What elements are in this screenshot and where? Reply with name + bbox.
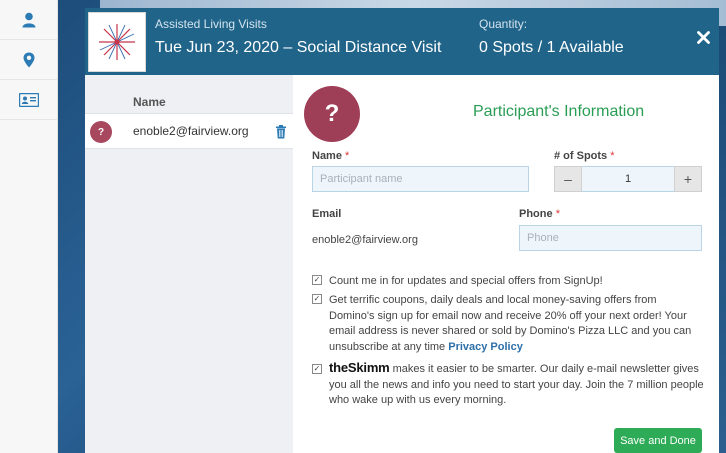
- phone-label-text: Phone: [519, 208, 553, 220]
- optin-theskimm: ✓ theSkimm makes it easier to be smarter…: [312, 360, 704, 410]
- privacy-policy-link[interactable]: Privacy Policy: [448, 341, 523, 353]
- event-title: Tue Jun 23, 2020 – Social Distance Visit: [155, 39, 442, 56]
- name-label-text: Name: [312, 150, 342, 162]
- optin-dominos-checkbox[interactable]: ✓: [312, 294, 322, 304]
- email-label: Email: [312, 208, 342, 220]
- name-label: Name *: [312, 150, 349, 162]
- person-icon: [22, 12, 36, 27]
- quantity-label: Quantity:: [479, 17, 528, 31]
- increment-button[interactable]: +: [674, 166, 702, 192]
- spots-value[interactable]: 1: [582, 166, 674, 192]
- rail-profile-button[interactable]: [0, 0, 58, 40]
- participant-list: Name ? enoble2@fairview.org: [85, 75, 293, 453]
- close-button[interactable]: [691, 25, 715, 49]
- trash-icon[interactable]: [275, 125, 287, 139]
- map-pin-icon: [23, 52, 35, 67]
- spots-label-text: # of Spots: [554, 150, 608, 162]
- optin-dominos-block: Get terrific coupons, daily deals and lo…: [329, 293, 704, 355]
- participant-email: enoble2@fairview.org: [133, 124, 249, 138]
- event-category-label: Assisted Living Visits: [155, 17, 267, 31]
- contact-card-icon: [19, 92, 39, 107]
- theskimm-logo: theSkimm: [329, 360, 390, 375]
- rail-contact-button[interactable]: [0, 80, 58, 120]
- list-item[interactable]: ? enoble2@fairview.org: [85, 113, 293, 149]
- fireworks-icon: [99, 24, 135, 60]
- required-marker: *: [555, 208, 560, 220]
- rail-location-button[interactable]: [0, 40, 58, 80]
- required-marker: *: [610, 150, 615, 162]
- participant-avatar-large: ?: [304, 86, 360, 142]
- optin-theskimm-checkbox[interactable]: ✓: [312, 364, 322, 374]
- optin-signup: ✓ Count me in for updates and special of…: [312, 274, 704, 290]
- quantity-value: 0 Spots / 1 Available: [479, 39, 624, 56]
- list-column-header: Name: [133, 95, 166, 109]
- close-icon: [696, 30, 710, 44]
- required-marker: *: [345, 150, 350, 162]
- optin-signup-text: Count me in for updates and special offe…: [329, 275, 603, 287]
- participant-avatar: ?: [90, 121, 112, 143]
- email-value: enoble2@fairview.org: [312, 234, 418, 246]
- participant-modal: Assisted Living Visits Tue Jun 23, 2020 …: [85, 8, 719, 453]
- modal-header: Assisted Living Visits Tue Jun 23, 2020 …: [85, 8, 719, 75]
- spots-label: # of Spots *: [554, 150, 615, 162]
- left-rail: [0, 0, 58, 453]
- phone-label: Phone *: [519, 208, 560, 220]
- form-title: Participant's Information: [473, 103, 645, 120]
- event-thumbnail: [88, 12, 146, 72]
- phone-input[interactable]: [519, 225, 702, 251]
- decrement-button[interactable]: –: [554, 166, 582, 192]
- save-and-done-button[interactable]: Save and Done: [614, 428, 702, 453]
- optin-signup-checkbox[interactable]: ✓: [312, 275, 322, 285]
- optin-theskimm-block: theSkimm makes it easier to be smarter. …: [329, 360, 704, 409]
- participant-name-input[interactable]: [312, 166, 529, 192]
- optin-dominos: ✓ Get terrific coupons, daily deals and …: [312, 293, 704, 357]
- spots-stepper: – 1 +: [554, 166, 702, 192]
